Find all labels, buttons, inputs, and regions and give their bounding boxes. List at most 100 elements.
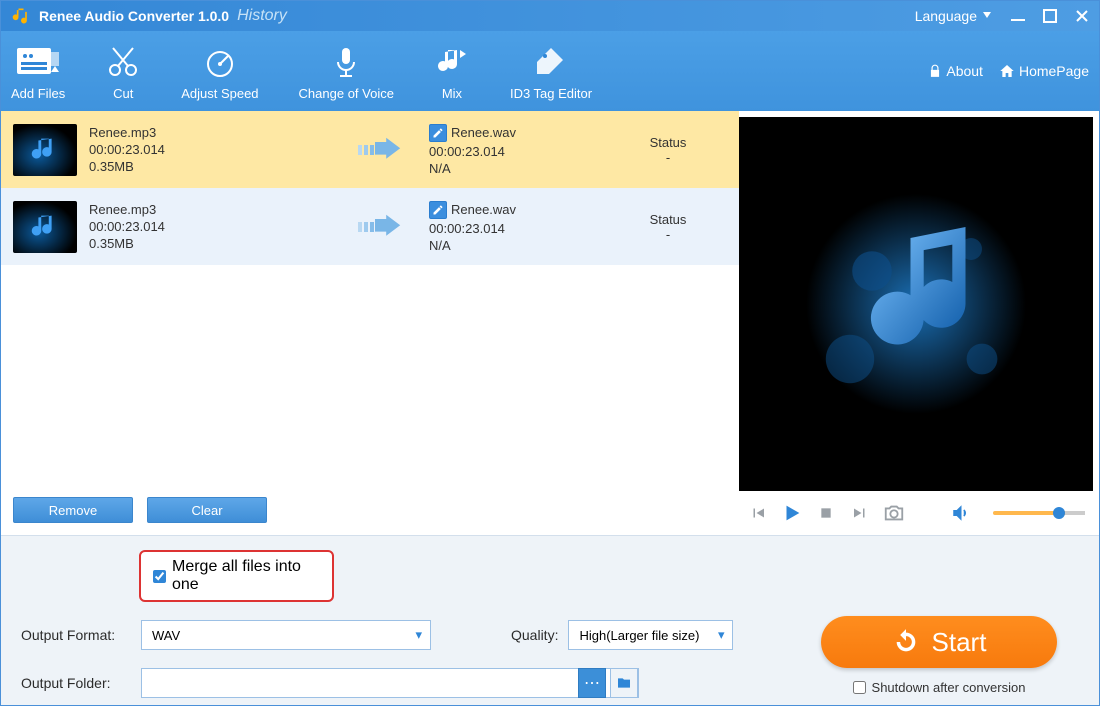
app-logo-icon <box>11 6 31 26</box>
edit-icon[interactable] <box>429 124 447 142</box>
source-info: Renee.mp3 00:00:23.014 0.35MB <box>89 125 339 174</box>
status-value: - <box>609 150 727 165</box>
app-window: Renee Audio Converter 1.0.0 History Lang… <box>0 0 1100 706</box>
arrow-icon <box>339 135 429 165</box>
status-column: Status - <box>609 135 727 165</box>
more-button[interactable]: ⋯ <box>578 668 606 698</box>
change-voice-button[interactable]: Change of Voice <box>299 42 394 101</box>
remove-button[interactable]: Remove <box>13 497 133 523</box>
toolbar: Add Files Cut Adjust Speed Change of Voi… <box>1 31 1099 111</box>
output-folder-row: Output Folder: ⋯ <box>21 668 799 698</box>
chevron-down-icon <box>981 10 993 22</box>
id3-editor-button[interactable]: ID3 Tag Editor <box>510 42 592 101</box>
destination-size: N/A <box>429 238 609 253</box>
adjust-speed-button[interactable]: Adjust Speed <box>181 42 258 101</box>
maximize-button[interactable] <box>1043 9 1057 23</box>
status-column: Status - <box>609 212 727 242</box>
home-icon <box>999 63 1015 79</box>
mix-label: Mix <box>442 86 462 101</box>
chevron-down-icon: ▾ <box>718 627 725 643</box>
left-pane: Renee.mp3 00:00:23.014 0.35MB Renee.wav … <box>1 111 739 535</box>
volume-slider[interactable] <box>993 511 1085 515</box>
add-files-button[interactable]: Add Files <box>11 42 65 101</box>
chevron-down-icon: ▾ <box>415 627 422 643</box>
close-button[interactable] <box>1075 9 1089 23</box>
history-link[interactable]: History <box>237 7 287 25</box>
shutdown-row: Shutdown after conversion <box>853 680 1026 695</box>
bottom-panel: Merge all files into one Output Format: … <box>1 535 1099 705</box>
source-info: Renee.mp3 00:00:23.014 0.35MB <box>89 202 339 251</box>
output-format-select[interactable]: WAV ▾ <box>141 620 431 650</box>
minimize-button[interactable] <box>1011 9 1025 23</box>
output-folder-label: Output Folder: <box>21 675 131 691</box>
lock-icon <box>928 64 942 78</box>
shutdown-checkbox[interactable] <box>853 681 866 694</box>
source-filename: Renee.mp3 <box>89 202 339 217</box>
destination-filename: Renee.wav <box>451 202 516 217</box>
mix-button[interactable]: Mix <box>434 42 470 101</box>
homepage-link[interactable]: HomePage <box>999 63 1089 79</box>
clear-button[interactable]: Clear <box>147 497 267 523</box>
destination-filename: Renee.wav <box>451 125 516 140</box>
play-button[interactable] <box>781 502 803 524</box>
quality-label: Quality: <box>511 627 558 643</box>
quality-select[interactable]: High(Larger file size) ▾ <box>568 620 733 650</box>
merge-label: Merge all files into one <box>172 558 320 594</box>
preview-pane <box>739 111 1099 535</box>
destination-duration: 00:00:23.014 <box>429 144 609 159</box>
file-row[interactable]: Renee.mp3 00:00:23.014 0.35MB Renee.wav … <box>1 111 739 188</box>
main-area: Renee.mp3 00:00:23.014 0.35MB Renee.wav … <box>1 111 1099 535</box>
add-files-label: Add Files <box>11 86 65 101</box>
source-filename: Renee.mp3 <box>89 125 339 140</box>
adjust-speed-label: Adjust Speed <box>181 86 258 101</box>
start-button[interactable]: Start <box>821 616 1057 668</box>
status-header: Status <box>609 212 727 227</box>
snapshot-button[interactable] <box>883 502 905 524</box>
language-label: Language <box>915 8 977 24</box>
file-list: Renee.mp3 00:00:23.014 0.35MB Renee.wav … <box>1 111 739 491</box>
about-link[interactable]: About <box>928 63 983 79</box>
source-duration: 00:00:23.014 <box>89 142 339 157</box>
start-label: Start <box>932 627 987 658</box>
titlebar: Renee Audio Converter 1.0.0 History Lang… <box>1 1 1099 31</box>
output-format-row: Output Format: WAV ▾ Quality: High(Large… <box>21 620 799 650</box>
change-voice-label: Change of Voice <box>299 86 394 101</box>
music-note-icon <box>806 194 1026 414</box>
output-format-value: WAV <box>152 628 180 643</box>
volume-icon[interactable] <box>949 502 971 524</box>
edit-icon[interactable] <box>429 201 447 219</box>
about-label: About <box>946 63 983 79</box>
start-column: Start Shutdown after conversion <box>799 550 1079 695</box>
destination-duration: 00:00:23.014 <box>429 221 609 236</box>
merge-checkbox[interactable] <box>153 570 166 583</box>
open-folder-button[interactable] <box>610 668 638 698</box>
cut-label: Cut <box>113 86 133 101</box>
homepage-label: HomePage <box>1019 63 1089 79</box>
stop-button[interactable] <box>815 502 837 524</box>
quality-value: High(Larger file size) <box>579 628 699 643</box>
file-thumbnail <box>13 124 77 176</box>
preview-controls <box>739 491 1093 535</box>
source-size: 0.35MB <box>89 236 339 251</box>
window-controls <box>1011 9 1089 23</box>
output-folder-input[interactable]: ⋯ <box>141 668 639 698</box>
output-format-label: Output Format: <box>21 627 131 643</box>
settings-area: Merge all files into one Output Format: … <box>21 550 799 695</box>
status-header: Status <box>609 135 727 150</box>
list-actions: Remove Clear <box>1 491 739 535</box>
cut-button[interactable]: Cut <box>105 42 141 101</box>
app-title: Renee Audio Converter 1.0.0 <box>39 8 229 24</box>
destination-info: Renee.wav 00:00:23.014 N/A <box>429 201 609 253</box>
file-row[interactable]: Renee.mp3 00:00:23.014 0.35MB Renee.wav … <box>1 188 739 265</box>
preview-box <box>739 117 1093 491</box>
language-selector[interactable]: Language <box>915 8 993 24</box>
next-button[interactable] <box>849 502 871 524</box>
id3-editor-label: ID3 Tag Editor <box>510 86 592 101</box>
destination-info: Renee.wav 00:00:23.014 N/A <box>429 124 609 176</box>
shutdown-label: Shutdown after conversion <box>872 680 1026 695</box>
folder-icon <box>616 675 632 691</box>
prev-button[interactable] <box>747 502 769 524</box>
destination-size: N/A <box>429 161 609 176</box>
merge-checkbox-highlight: Merge all files into one <box>139 550 334 602</box>
arrow-icon <box>339 212 429 242</box>
